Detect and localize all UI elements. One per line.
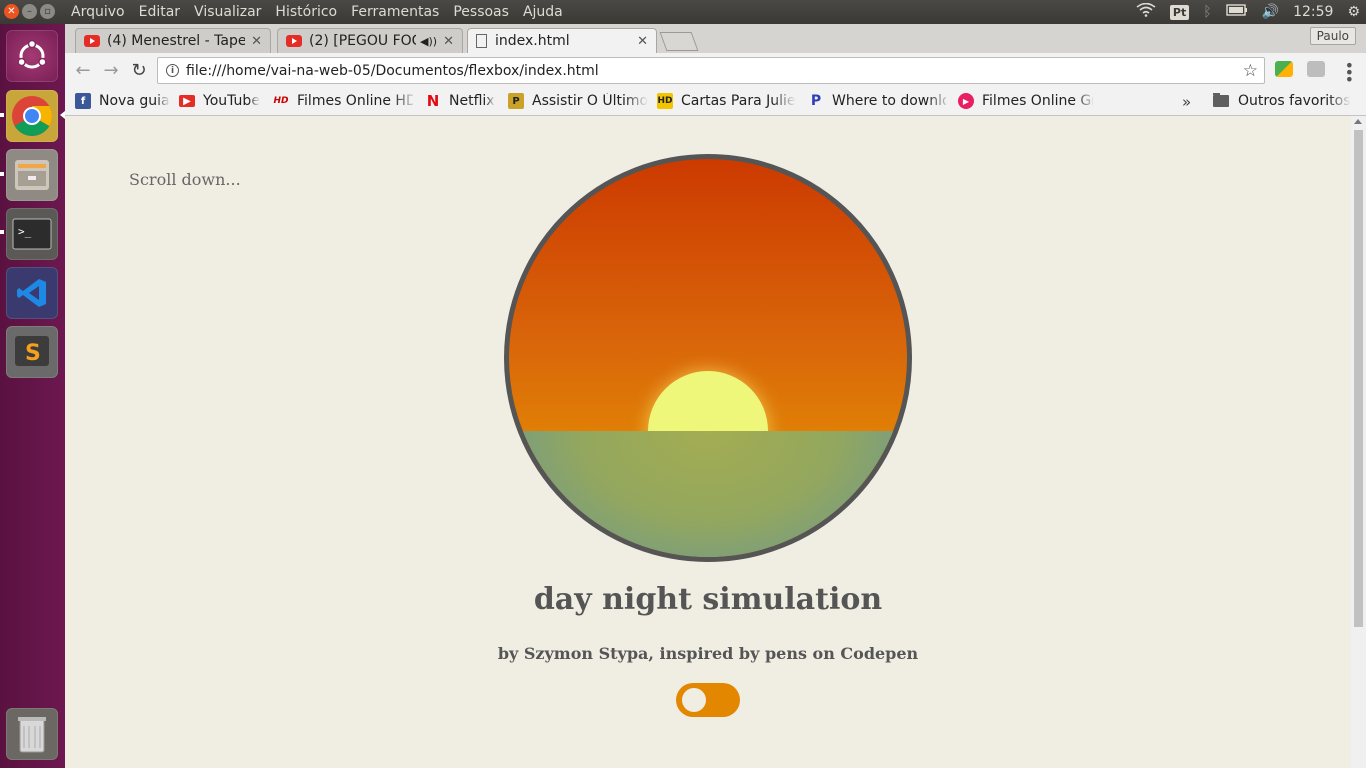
bookmark-label: Assistir O Último xyxy=(532,93,648,109)
byline: by Szymon Stypa, inspired by pens on Cod… xyxy=(497,644,919,663)
bookmarks-bar: f Nova guia ▶ YouTube HD Filmes Online H… xyxy=(65,88,1366,116)
bookmark-label: Netflix xyxy=(449,93,495,109)
gear-icon[interactable]: ⚙ xyxy=(1347,4,1360,20)
day-night-scene xyxy=(504,154,912,562)
page-viewport: Scroll down... day night simulation by S… xyxy=(65,116,1351,768)
chrome-icon[interactable] xyxy=(6,90,58,142)
back-button[interactable]: ← xyxy=(72,59,94,81)
scrollbar-thumb[interactable] xyxy=(1354,130,1363,627)
clock[interactable]: 12:59 xyxy=(1293,4,1333,20)
p-icon: P xyxy=(810,93,822,109)
menu-historico[interactable]: Histórico xyxy=(275,4,337,20)
ubuntu-dash-icon[interactable] xyxy=(6,30,58,82)
hd-icon: HD xyxy=(657,93,673,109)
close-window-button[interactable]: ✕ xyxy=(4,4,19,19)
tab-index-html[interactable]: index.html ✕ xyxy=(467,28,657,53)
more-bookmarks-chevron-icon[interactable]: » xyxy=(1182,93,1191,111)
toggle-knob[interactable] xyxy=(682,688,706,712)
facebook-icon: f xyxy=(75,93,91,109)
tab-pegou-fogo[interactable]: (2) [PEGOU FOGO ◀)) ✕ xyxy=(277,28,463,53)
bookmark-cartas-para-julie[interactable]: HD Cartas Para Julie xyxy=(657,93,795,109)
launcher: >_ S xyxy=(0,24,66,768)
close-tab-icon[interactable]: ✕ xyxy=(251,34,262,49)
address-bar[interactable]: i file:///home/vai-na-web-05/Documentos/… xyxy=(157,57,1265,84)
new-tab-button[interactable] xyxy=(659,32,699,51)
hd-icon: HD xyxy=(273,96,289,106)
bookmark-where-to-download[interactable]: P Where to downlo xyxy=(808,93,946,109)
day-night-toggle[interactable] xyxy=(676,683,740,717)
reload-button[interactable]: ↻ xyxy=(128,59,150,81)
svg-text:S: S xyxy=(25,341,41,366)
folder-icon xyxy=(1213,93,1229,107)
audio-playing-icon[interactable]: ◀)) xyxy=(420,35,437,48)
trash-icon[interactable] xyxy=(6,708,58,760)
menu-ferramentas[interactable]: Ferramentas xyxy=(351,4,439,20)
menu-editar[interactable]: Editar xyxy=(139,4,180,20)
volume-icon[interactable]: 🔊 xyxy=(1262,4,1279,20)
tab-title: (4) Menestrel - Tape xyxy=(107,33,246,49)
battery-icon[interactable] xyxy=(1225,4,1248,20)
netflix-icon: N xyxy=(426,93,440,109)
bookmark-label: Filmes Online HD xyxy=(297,93,413,109)
menu-ajuda[interactable]: Ajuda xyxy=(523,4,563,20)
menu-pessoas[interactable]: Pessoas xyxy=(453,4,509,20)
bookmark-assistir-o-ultimo[interactable]: P Assistir O Último xyxy=(508,93,648,109)
url-text[interactable]: file:///home/vai-na-web-05/Documentos/fl… xyxy=(186,63,599,79)
tab-title: (2) [PEGOU FOGO xyxy=(309,33,416,49)
wifi-icon[interactable] xyxy=(1136,2,1156,21)
youtube-icon xyxy=(84,35,100,47)
tab-title: index.html xyxy=(495,33,570,49)
close-tab-icon[interactable]: ✕ xyxy=(637,34,648,49)
toolbar: ← → ↻ i file:///home/vai-na-web-05/Docum… xyxy=(65,53,1366,88)
bookmark-nova-guia[interactable]: f Nova guia xyxy=(75,93,175,109)
bookmark-netflix[interactable]: N Netflix xyxy=(425,93,500,109)
bookmark-label: Where to downlo xyxy=(832,93,946,109)
maximize-window-button[interactable]: ▫ xyxy=(40,4,55,19)
bookmark-label: Filmes Online Gr xyxy=(982,93,1093,109)
bookmark-label: YouTube xyxy=(203,93,260,109)
play-icon: ▶ xyxy=(958,93,974,109)
p-icon: P xyxy=(508,93,524,109)
youtube-icon xyxy=(286,35,302,47)
scroll-up-arrow[interactable] xyxy=(1354,119,1362,124)
close-tab-icon[interactable]: ✕ xyxy=(443,34,454,49)
cast-icon[interactable] xyxy=(1307,61,1325,77)
scroll-hint: Scroll down... xyxy=(129,170,241,189)
bookmark-star-icon[interactable]: ☆ xyxy=(1243,61,1258,81)
sublime-text-icon[interactable]: S xyxy=(6,326,58,378)
vertical-scrollbar[interactable] xyxy=(1351,116,1366,768)
minimize-window-button[interactable]: – xyxy=(22,4,37,19)
forward-button[interactable]: → xyxy=(100,59,122,81)
profile-button[interactable]: Paulo xyxy=(1309,27,1356,45)
tab-menestrel[interactable]: (4) Menestrel - Tape ✕ xyxy=(75,28,271,53)
bookmark-label: Nova guia xyxy=(99,93,170,109)
bluetooth-icon[interactable]: ᛒ xyxy=(1203,4,1211,20)
sea xyxy=(509,431,907,557)
menu-kebab-icon[interactable]: • • • xyxy=(1345,58,1354,88)
menu-visualizar[interactable]: Visualizar xyxy=(194,4,261,20)
app-menu: Arquivo Editar Visualizar Histórico Ferr… xyxy=(71,0,563,24)
bookmark-label: Cartas Para Julie xyxy=(681,93,795,109)
tab-strip: (4) Menestrel - Tape ✕ (2) [PEGOU FOGO ◀… xyxy=(65,24,1366,53)
youtube-icon: ▶ xyxy=(179,95,195,107)
top-panel: ✕ – ▫ Arquivo Editar Visualizar Históric… xyxy=(0,0,1366,24)
system-tray: Pt ᛒ 🔊 12:59 ⚙ xyxy=(1136,0,1360,24)
document-icon xyxy=(476,34,487,48)
bookmark-label: Outros favoritos xyxy=(1238,93,1351,109)
keyboard-layout-indicator[interactable]: Pt xyxy=(1169,4,1190,20)
browser-chrome: (4) Menestrel - Tape ✕ (2) [PEGOU FOGO ◀… xyxy=(65,24,1366,116)
menu-arquivo[interactable]: Arquivo xyxy=(71,4,125,20)
page-title: day night simulation xyxy=(533,582,883,617)
svg-text:>_: >_ xyxy=(18,225,32,238)
files-icon[interactable] xyxy=(6,149,58,201)
other-bookmarks-folder[interactable]: Outros favoritos xyxy=(1213,93,1351,109)
window-controls: ✕ – ▫ xyxy=(4,4,55,19)
bookmark-youtube[interactable]: ▶ YouTube xyxy=(179,93,269,109)
bookmark-filmes-online-gr[interactable]: ▶ Filmes Online Gr xyxy=(958,93,1093,109)
info-icon[interactable]: i xyxy=(166,64,179,77)
vscode-icon[interactable] xyxy=(6,267,58,319)
bookmark-filmes-online-hd[interactable]: HD Filmes Online HD xyxy=(273,93,413,109)
terminal-icon[interactable]: >_ xyxy=(6,208,58,260)
extension-icon[interactable] xyxy=(1275,61,1293,77)
